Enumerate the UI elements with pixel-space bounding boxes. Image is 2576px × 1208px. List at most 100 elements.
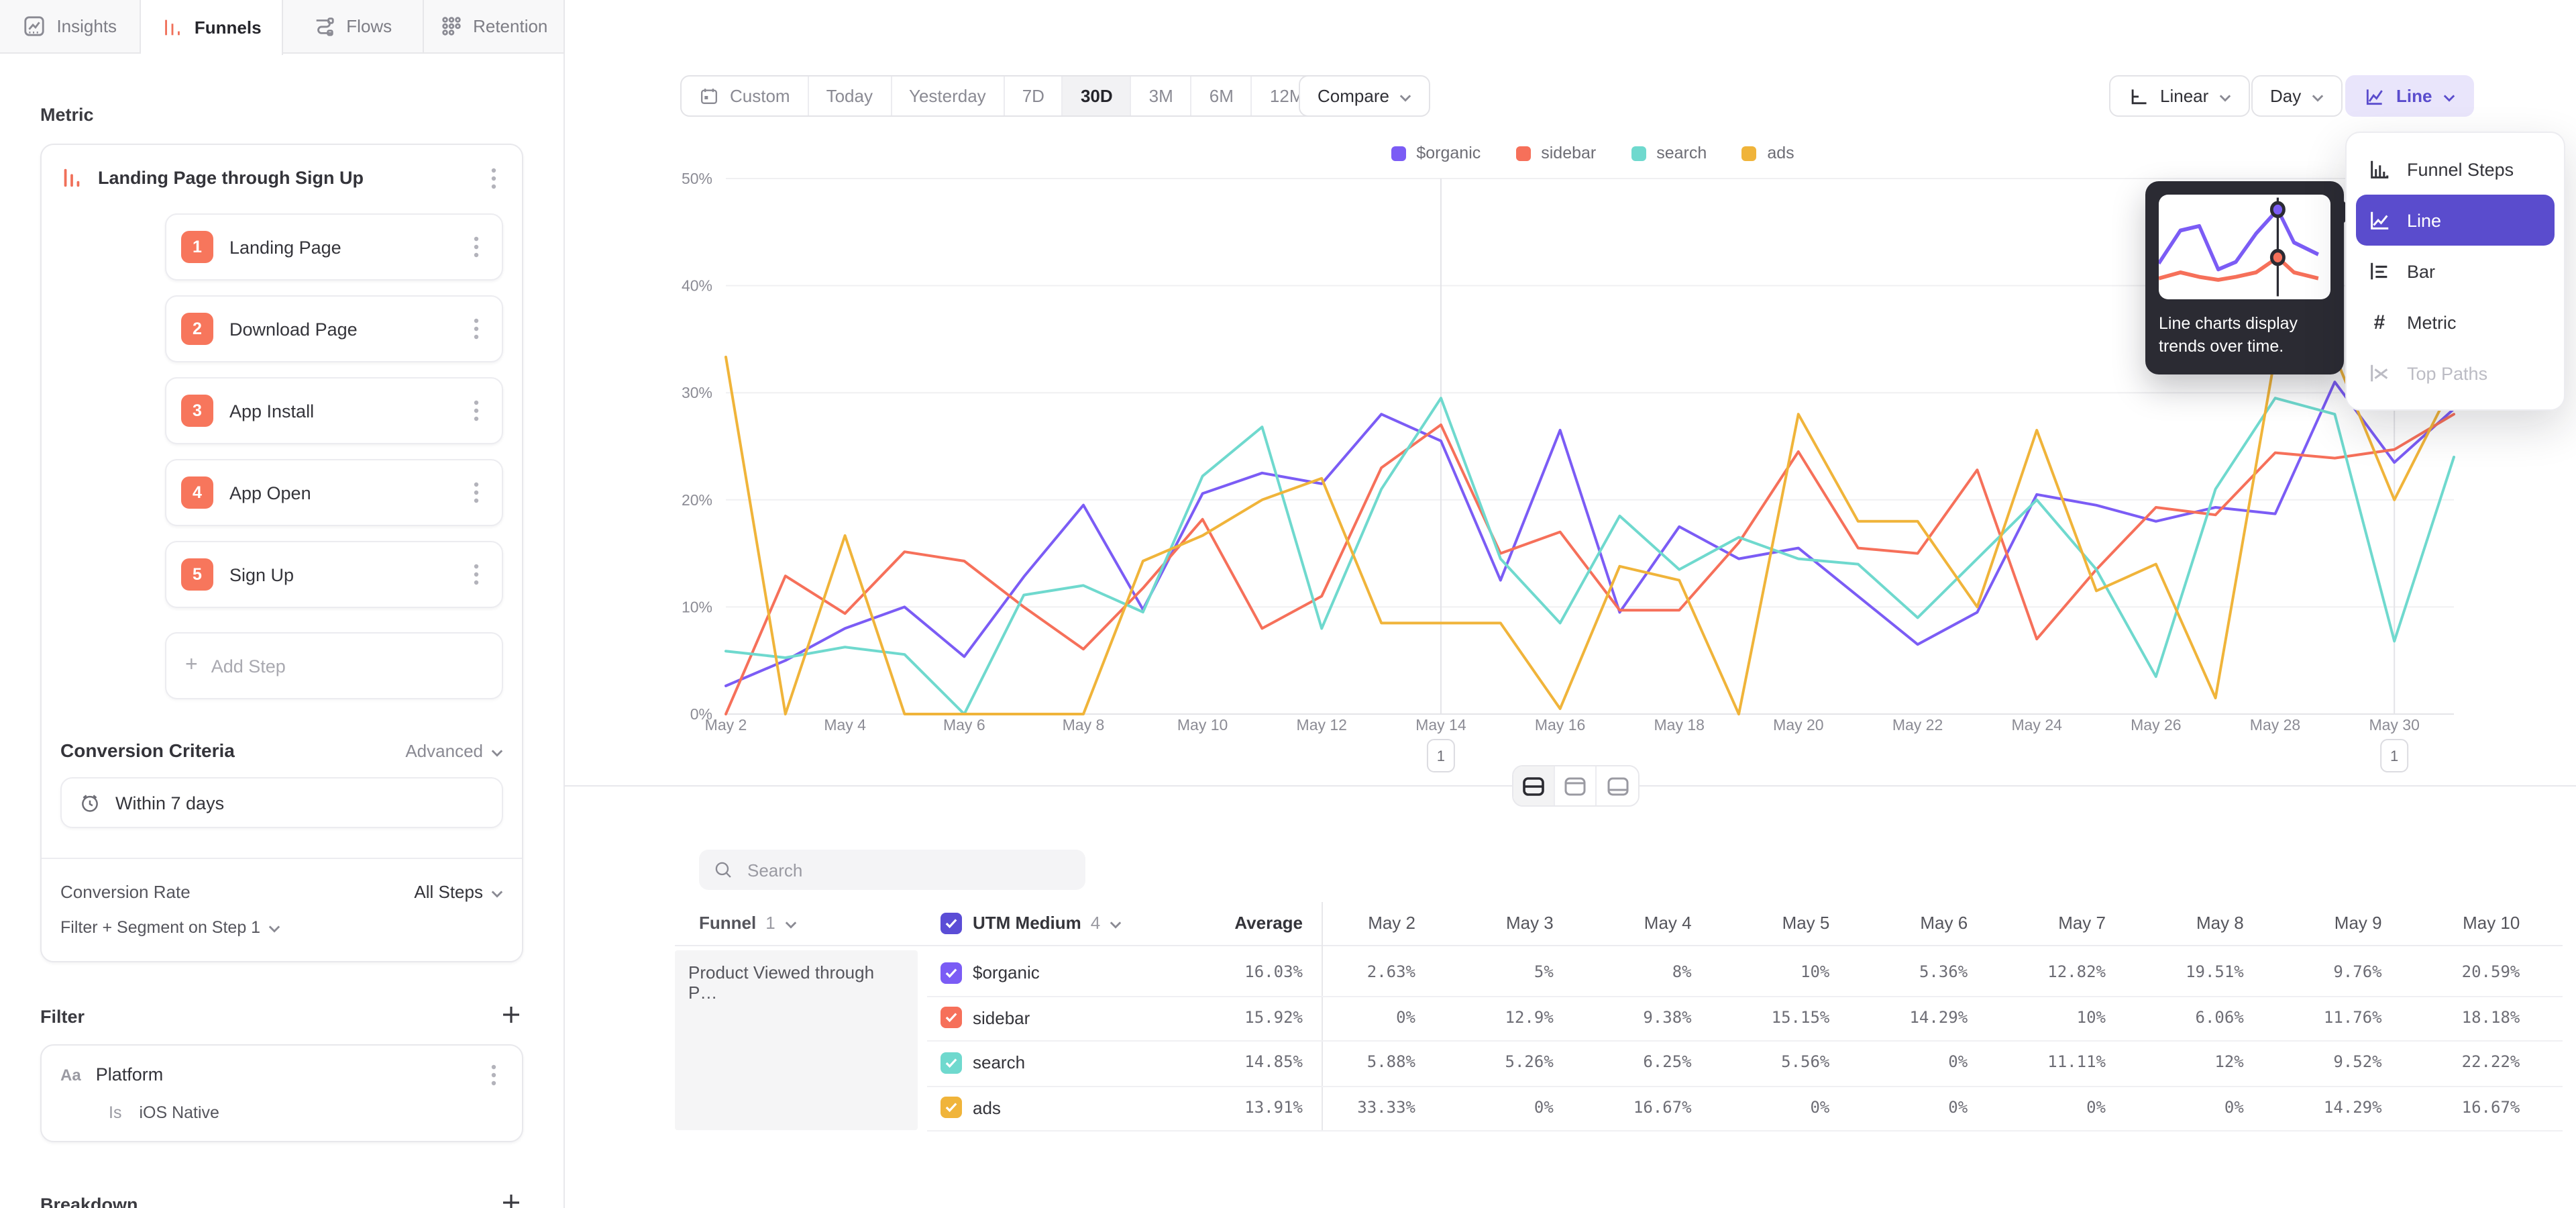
mini-purple-line	[2159, 209, 2318, 269]
table-only-button[interactable]	[1597, 766, 1638, 805]
range-7d[interactable]: 7D	[1005, 77, 1063, 115]
day-column-header[interactable]: May 9	[2248, 902, 2382, 945]
row-checkbox-ads[interactable]	[941, 1097, 962, 1118]
filter-value[interactable]: iOS Native	[139, 1103, 219, 1122]
series-line-sidebar[interactable]	[726, 414, 2454, 714]
scale-dropdown[interactable]: Linear	[2109, 75, 2250, 117]
conversion-window-label: Within 7 days	[115, 793, 224, 813]
tab-flows[interactable]: Flows	[282, 0, 424, 52]
search-icon	[714, 860, 733, 879]
tab-funnels[interactable]: Funnels	[142, 0, 283, 55]
funnel-step[interactable]: 2Download Page	[165, 295, 503, 362]
legend-swatch	[1631, 146, 1646, 160]
conversion-rate-value: All Steps	[414, 882, 483, 902]
chart-type-dropdown[interactable]: Line	[2345, 75, 2473, 117]
compare-label: Compare	[1318, 86, 1389, 106]
chevron-down-icon	[2443, 86, 2455, 106]
range-today[interactable]: Today	[809, 77, 892, 115]
row-checkbox-sidebar[interactable]	[941, 1007, 962, 1028]
series-line-search[interactable]	[726, 398, 2454, 714]
kebab-menu-icon[interactable]	[467, 481, 486, 504]
add-step-button[interactable]: + Add Step	[165, 632, 503, 699]
day-column-header[interactable]: May 7	[1972, 902, 2106, 945]
tab-insights[interactable]: Insights	[0, 0, 142, 52]
series-line-ads[interactable]	[726, 355, 2454, 714]
kebab-menu-icon[interactable]	[484, 166, 503, 189]
chevron-down-icon	[491, 740, 503, 760]
range-3m[interactable]: 3M	[1132, 77, 1192, 115]
day-column-header[interactable]: May 5	[1695, 902, 1829, 945]
legend-item[interactable]: ads	[1741, 144, 1794, 162]
day-column-header[interactable]: May 6	[1833, 902, 1968, 945]
menu-item-bar[interactable]: Bar	[2356, 246, 2555, 297]
funnel-step[interactable]: 3App Install	[165, 377, 503, 444]
day-column-header[interactable]: May 10	[2385, 902, 2520, 945]
menu-item-label: Funnel Steps	[2407, 159, 2514, 179]
interval-dropdown[interactable]: Day	[2251, 75, 2343, 117]
menu-item-line[interactable]: Line	[2356, 195, 2555, 246]
funnel-column-header[interactable]: Funnel 1	[699, 902, 797, 945]
range-yesterday[interactable]: Yesterday	[892, 77, 1005, 115]
row-day-value: 5.36%	[1833, 950, 1968, 995]
conversion-rate-dropdown[interactable]: All Steps	[414, 882, 503, 902]
day-column-header[interactable]: May 4	[1558, 902, 1692, 945]
report-tabbar: Insights Funnels Flows Retention	[0, 0, 565, 54]
funnel-step[interactable]: 4App Open	[165, 459, 503, 526]
chart-only-button[interactable]	[1555, 766, 1597, 805]
row-label[interactable]: sidebar	[973, 995, 1030, 1040]
tab-retention[interactable]: Retention	[424, 0, 566, 52]
metric-icon: #	[2368, 311, 2391, 334]
conversion-window-button[interactable]: Within 7 days	[60, 777, 503, 828]
filter-property[interactable]: Platform	[96, 1064, 470, 1085]
funnel-name-cell[interactable]: Product Viewed through P…	[675, 950, 918, 1130]
retention-icon	[439, 15, 462, 38]
report-canvas: CustomTodayYesterday7D30D3M6M12M Compare…	[565, 0, 2576, 1208]
legend-item[interactable]: search	[1631, 144, 1707, 162]
range-label: Today	[826, 86, 873, 106]
search-input[interactable]	[745, 858, 1071, 881]
kebab-menu-icon[interactable]	[467, 563, 486, 586]
filter-operator[interactable]: Is	[109, 1103, 121, 1122]
legend-item[interactable]: sidebar	[1515, 144, 1596, 162]
add-step-label: Add Step	[211, 656, 286, 676]
breakdown-select-all-checkbox[interactable]	[941, 913, 962, 934]
split-view-button[interactable]	[1513, 766, 1555, 805]
row-checkbox-search[interactable]	[941, 1052, 962, 1073]
row-day-value: 12%	[2110, 1040, 2244, 1085]
divider	[675, 945, 2563, 946]
x-axis-tick: May 20	[1773, 716, 1823, 734]
metric-heading-label: Metric	[40, 105, 94, 125]
range-custom[interactable]: Custom	[682, 77, 809, 115]
legend-item[interactable]: $organic	[1391, 144, 1481, 162]
day-column-header[interactable]: May 2	[1281, 902, 1415, 945]
row-day-value: 5.26%	[1419, 1040, 1554, 1085]
kebab-menu-icon[interactable]	[467, 236, 486, 258]
day-column-header[interactable]: May 8	[2110, 902, 2244, 945]
row-label[interactable]: $organic	[973, 950, 1040, 995]
funnel-header-count: 1	[765, 902, 775, 945]
kebab-menu-icon[interactable]	[467, 317, 486, 340]
range-label: 6M	[1210, 86, 1234, 106]
compare-button[interactable]: Compare	[1299, 75, 1431, 117]
breakdown-column-header[interactable]: UTM Medium 4	[973, 902, 1122, 945]
day-column-header[interactable]: May 3	[1419, 902, 1554, 945]
funnel-step[interactable]: 1Landing Page	[165, 213, 503, 281]
advanced-dropdown[interactable]: Advanced	[405, 740, 503, 760]
range-6m[interactable]: 6M	[1192, 77, 1252, 115]
row-checkbox-organic[interactable]	[941, 962, 962, 983]
add-breakdown-button[interactable]	[502, 1193, 523, 1208]
row-label[interactable]: search	[973, 1040, 1025, 1085]
line-chart-icon	[2364, 85, 2385, 107]
x-axis-tick: May 28	[2250, 716, 2300, 734]
tooltip-mini-chart	[2159, 195, 2330, 299]
funnel-step[interactable]: 5Sign Up	[165, 541, 503, 608]
menu-item-metric[interactable]: #Metric	[2356, 297, 2555, 348]
row-label[interactable]: ads	[973, 1085, 1001, 1130]
menu-item-funnel-steps[interactable]: Funnel Steps	[2356, 144, 2555, 195]
kebab-menu-icon[interactable]	[467, 399, 486, 422]
filter-segment-dropdown[interactable]: Filter + Segment on Step 1	[60, 918, 503, 937]
menu-item-label: Line	[2407, 210, 2441, 230]
range-30d[interactable]: 30D	[1063, 77, 1132, 115]
kebab-menu-icon[interactable]	[484, 1063, 503, 1086]
add-filter-button[interactable]	[502, 1005, 523, 1027]
